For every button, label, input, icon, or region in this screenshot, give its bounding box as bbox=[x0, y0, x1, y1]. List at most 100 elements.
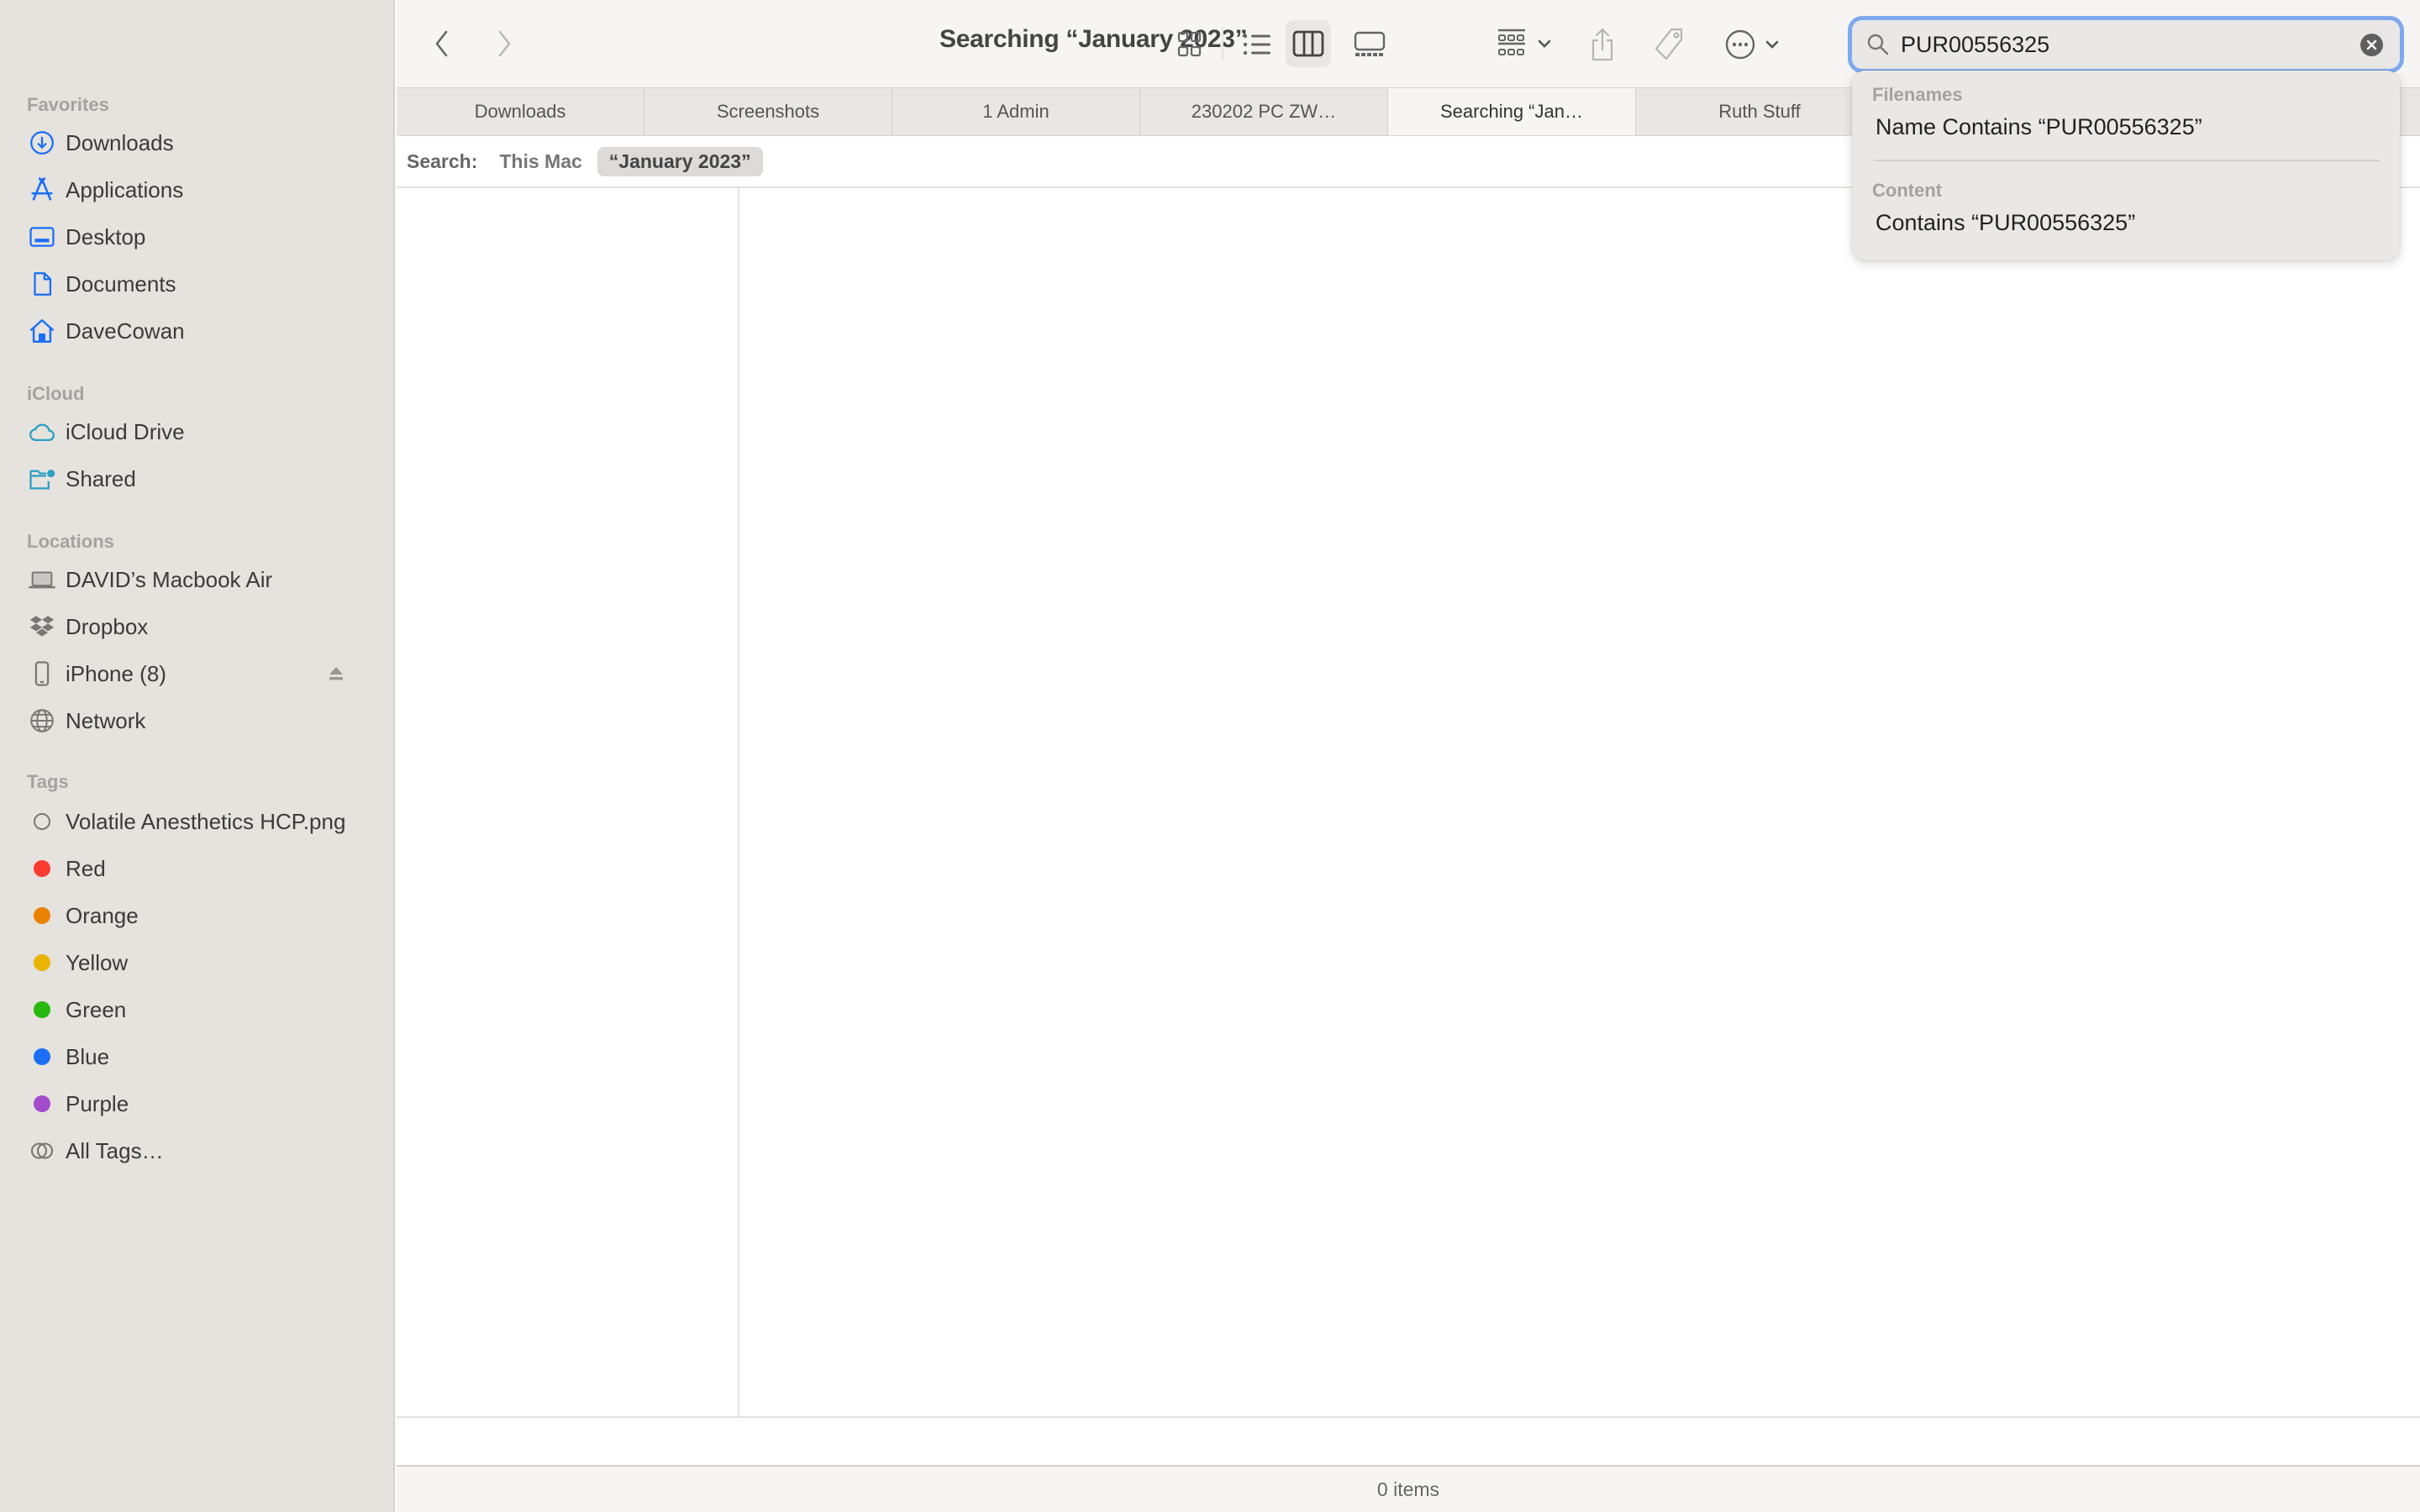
tag-icon bbox=[1655, 28, 1683, 60]
tab-searching-january[interactable]: Searching “Jan… bbox=[1388, 88, 1636, 135]
filenames-header: Filenames bbox=[1872, 84, 1963, 105]
yellow-tag-dot-icon bbox=[27, 948, 57, 978]
scope-current-folder-button[interactable]: “January 2023” bbox=[597, 146, 763, 176]
path-bar-divider bbox=[397, 1416, 2420, 1418]
chevron-left-icon bbox=[435, 30, 448, 57]
all-tags-icon bbox=[27, 1136, 57, 1166]
eject-icon[interactable] bbox=[326, 664, 346, 684]
sidebar-item-icloud-drive[interactable]: iCloud Drive bbox=[27, 410, 380, 454]
tab-screenshots[interactable]: Screenshots bbox=[644, 88, 892, 135]
group-by-button[interactable] bbox=[1486, 24, 1561, 64]
sidebar-item-label: Network bbox=[66, 707, 146, 733]
sidebar-item-label: Volatile Anesthetics HCP.png bbox=[66, 808, 346, 834]
search-input[interactable] bbox=[1901, 31, 2354, 58]
list-view-button[interactable] bbox=[1234, 25, 1281, 64]
sidebar-item-label: All Tags… bbox=[66, 1137, 164, 1163]
content-header: Content bbox=[1872, 180, 1943, 201]
sidebar-item-iphone[interactable]: iPhone (8) bbox=[27, 652, 380, 696]
icon-view-icon bbox=[1177, 31, 1202, 57]
globe-icon bbox=[27, 706, 57, 736]
sidebar-item-label: Orange bbox=[66, 902, 139, 928]
tab-downloads[interactable]: Downloads bbox=[397, 88, 644, 135]
sidebar-tag-blue[interactable]: Blue bbox=[27, 1035, 380, 1079]
section-title-tags: Tags bbox=[27, 771, 69, 792]
tag-outline-circle-icon bbox=[27, 806, 57, 837]
sidebar-item-dropbox[interactable]: Dropbox bbox=[27, 605, 380, 648]
document-icon bbox=[27, 269, 57, 299]
share-button[interactable] bbox=[1581, 22, 1623, 67]
section-title-icloud: iCloud bbox=[27, 383, 85, 404]
back-button[interactable] bbox=[425, 25, 459, 62]
tab-230202-pc-zw[interactable]: 230202 PC ZW… bbox=[1140, 88, 1388, 135]
share-icon bbox=[1591, 28, 1613, 61]
sidebar-item-label: Desktop bbox=[66, 223, 146, 249]
sidebar-item-label: Documents bbox=[66, 270, 176, 297]
sidebar-tag-red[interactable]: Red bbox=[27, 847, 380, 890]
laptop-icon bbox=[27, 564, 57, 595]
chevron-right-icon bbox=[498, 30, 511, 57]
suggestion-content-contains[interactable]: Contains “PUR00556325” bbox=[1876, 210, 2135, 236]
edit-tags-button[interactable] bbox=[1647, 22, 1692, 67]
sidebar-item-label: Green bbox=[66, 996, 127, 1022]
sidebar-item-macbook[interactable]: DAVID’s Macbook Air bbox=[27, 558, 380, 601]
red-tag-dot-icon bbox=[27, 853, 57, 884]
forward-button[interactable] bbox=[487, 25, 521, 62]
sidebar-tag-yellow[interactable]: Yellow bbox=[27, 941, 380, 984]
sidebar-item-label: Downloads bbox=[66, 129, 174, 155]
applications-icon bbox=[27, 175, 57, 205]
scope-this-mac-button[interactable]: This Mac bbox=[499, 150, 581, 173]
tab-ruth-stuff[interactable]: Ruth Stuff bbox=[1636, 88, 1884, 135]
sidebar-tag-volatile-anesthetics[interactable]: Volatile Anesthetics HCP.png bbox=[27, 800, 380, 843]
ellipsis-circle-icon bbox=[1725, 29, 1755, 60]
desktop-icon bbox=[27, 222, 57, 252]
sidebar-tag-all-tags[interactable]: All Tags… bbox=[27, 1129, 380, 1173]
sidebar-tag-orange[interactable]: Orange bbox=[27, 894, 380, 937]
search-scope-label: Search: bbox=[407, 150, 478, 172]
menu-separator bbox=[1874, 160, 2380, 161]
results-column-browser bbox=[397, 188, 2420, 1418]
sidebar-item-label: iPhone (8) bbox=[66, 660, 166, 686]
status-bar: 0 items bbox=[397, 1465, 2420, 1512]
tab-1-admin[interactable]: 1 Admin bbox=[892, 88, 1140, 135]
sidebar-tag-green[interactable]: Green bbox=[27, 988, 380, 1032]
suggestion-name-contains[interactable]: Name Contains “PUR00556325” bbox=[1876, 114, 2202, 140]
column-resize-handle[interactable] bbox=[738, 188, 739, 1418]
close-icon bbox=[2366, 39, 2377, 50]
orange-tag-dot-icon bbox=[27, 900, 57, 931]
clear-search-button[interactable] bbox=[2360, 34, 2383, 56]
search-icon bbox=[1867, 34, 1889, 55]
group-icon bbox=[1498, 29, 1525, 55]
section-title-locations: Locations bbox=[27, 531, 114, 552]
sidebar-item-documents[interactable]: Documents bbox=[27, 262, 380, 306]
search-field[interactable] bbox=[1852, 20, 2400, 69]
gallery-view-button[interactable] bbox=[1346, 25, 1393, 64]
column-view-icon bbox=[1292, 30, 1324, 57]
sidebar-item-label: Blue bbox=[66, 1043, 110, 1069]
chevron-down-icon bbox=[1765, 40, 1779, 49]
sidebar-item-applications[interactable]: Applications bbox=[27, 168, 380, 212]
search-suggestions-menu: Filenames Name Contains “PUR00556325” Co… bbox=[1852, 71, 2400, 260]
purple-tag-dot-icon bbox=[27, 1089, 57, 1119]
view-divider bbox=[1222, 27, 1223, 60]
sidebar-item-network[interactable]: Network bbox=[27, 699, 380, 743]
sidebar-item-downloads[interactable]: Downloads bbox=[27, 121, 380, 165]
sidebar-item-label: Dropbox bbox=[66, 613, 149, 639]
column-view-button[interactable] bbox=[1286, 20, 1331, 67]
icon-view-button[interactable] bbox=[1168, 25, 1212, 64]
sidebar-item-label: Applications bbox=[66, 176, 184, 202]
sidebar-item-davecowan[interactable]: DaveCowan bbox=[27, 309, 380, 353]
sidebar-item-label: iCloud Drive bbox=[66, 418, 185, 444]
sidebar-item-desktop[interactable]: Desktop bbox=[27, 215, 380, 259]
sidebar-item-label: DAVID’s Macbook Air bbox=[66, 566, 273, 592]
green-tag-dot-icon bbox=[27, 995, 57, 1025]
home-icon bbox=[27, 316, 57, 346]
sidebar-item-label: DaveCowan bbox=[66, 318, 185, 344]
sidebar-item-shared[interactable]: Shared bbox=[27, 457, 380, 501]
sidebar-item-label: Purple bbox=[66, 1090, 129, 1116]
more-actions-button[interactable] bbox=[1714, 24, 1790, 66]
sidebar-item-label: Red bbox=[66, 855, 106, 881]
sidebar-tag-purple[interactable]: Purple bbox=[27, 1082, 380, 1126]
dropbox-icon bbox=[27, 612, 57, 642]
iphone-icon bbox=[27, 659, 57, 689]
gallery-view-icon bbox=[1354, 31, 1386, 56]
